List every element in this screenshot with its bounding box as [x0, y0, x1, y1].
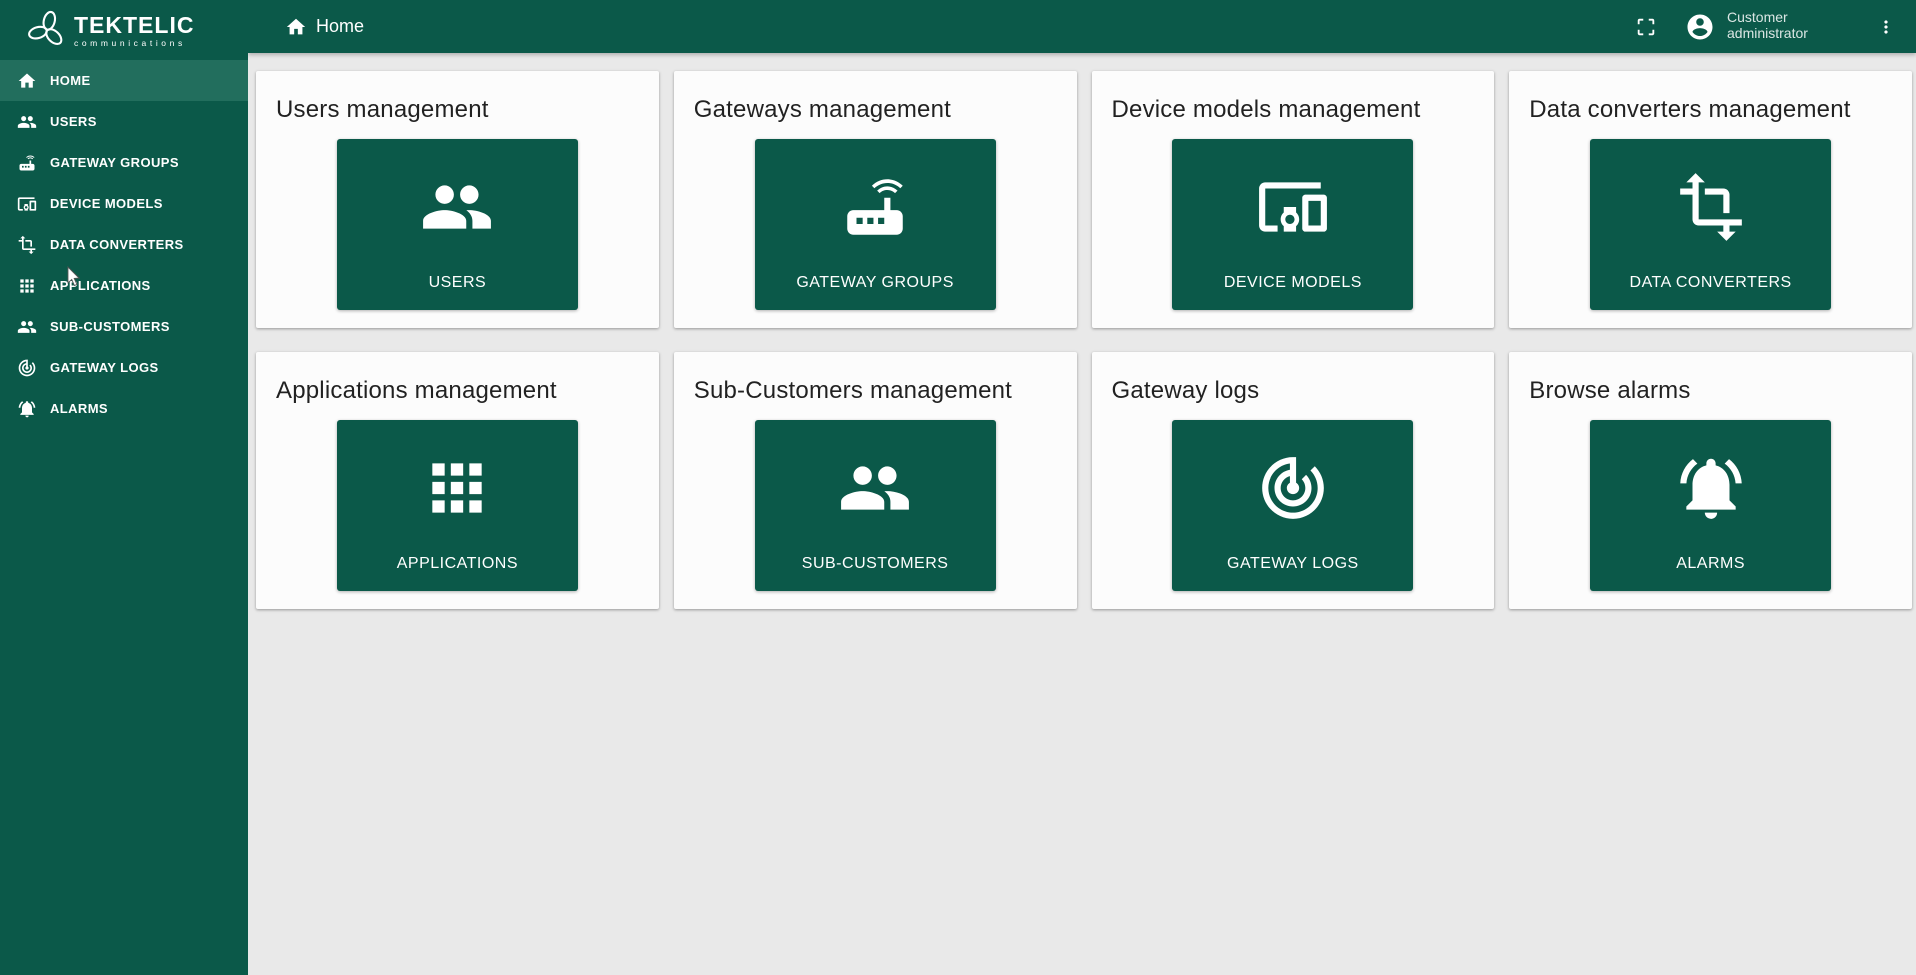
tile-label: GATEWAY LOGS	[1227, 555, 1359, 572]
alarm-bell-icon	[17, 399, 37, 419]
main-content: Users management USERS Gateways manageme…	[248, 53, 1916, 975]
sidebar-item-label: DEVICE MODELS	[50, 196, 163, 211]
more-vert-icon	[1876, 17, 1896, 37]
device-models-tile[interactable]: DEVICE MODELS	[1172, 139, 1414, 310]
user-role-label: Customer administrator	[1727, 9, 1808, 41]
track-changes-icon	[17, 358, 37, 378]
tile-icon-wrap	[337, 420, 578, 555]
sidebar-item-home[interactable]: HOME	[0, 60, 248, 101]
tile-icon-wrap	[1590, 420, 1831, 555]
mouse-cursor	[67, 266, 81, 287]
card-gateway-logs: Gateway logs GATEWAY LOGS	[1091, 352, 1495, 609]
tile-icon-wrap	[337, 139, 578, 274]
account-circle-icon	[1685, 12, 1715, 42]
sidebar-item-device-models[interactable]: DEVICE MODELS	[0, 183, 248, 224]
sidebar-item-data-converters[interactable]: DATA CONVERTERS	[0, 224, 248, 265]
tile-icon-wrap	[755, 139, 996, 274]
track-changes-icon	[1256, 451, 1330, 525]
tile-label: USERS	[428, 274, 487, 291]
gateway-groups-tile[interactable]: GATEWAY GROUPS	[754, 139, 996, 310]
sidebar-item-label: GATEWAY LOGS	[50, 360, 159, 375]
sidebar-item-label: SUB-CUSTOMERS	[50, 319, 170, 334]
sidebar-item-applications[interactable]: APPLICATIONS	[0, 265, 248, 306]
sidebar-item-alarms[interactable]: ALARMS	[0, 388, 248, 429]
apps-grid-icon	[17, 276, 37, 296]
card-applications-management: Applications management APPLICATIONS	[256, 352, 659, 609]
card-browse-alarms: Browse alarms ALARMS	[1509, 352, 1912, 609]
people-icon	[17, 317, 37, 337]
people-icon	[420, 170, 494, 244]
people-icon	[17, 112, 37, 132]
gateway-logs-tile[interactable]: GATEWAY LOGS	[1172, 420, 1414, 591]
sidebar-item-label: ALARMS	[50, 401, 109, 416]
router-icon	[17, 153, 37, 173]
sidebar-item-gateway-groups[interactable]: GATEWAY GROUPS	[0, 142, 248, 183]
transform-icon	[17, 235, 37, 255]
breadcrumb-label: Home	[316, 16, 365, 36]
fullscreen-icon	[1635, 16, 1657, 38]
card-title: Gateways management	[693, 96, 952, 123]
avatar-button[interactable]	[1685, 12, 1715, 42]
dashboard-cards: Users management USERS Gateways manageme…	[256, 71, 1912, 609]
sub-customers-tile[interactable]: SUB-CUSTOMERS	[754, 420, 996, 591]
card-title: Device models management	[1111, 96, 1421, 123]
devices-icon	[1256, 170, 1330, 244]
sidebar-item-label: DATA CONVERTERS	[50, 237, 184, 252]
brand-text: TEKTELIC communications	[74, 13, 194, 48]
card-users-management: Users management USERS	[256, 71, 659, 328]
sidebar: TEKTELIC communications HOME USERS GATEW…	[0, 0, 248, 975]
sidebar-item-label: HOME	[50, 73, 91, 88]
tektelic-logo-icon	[28, 10, 63, 46]
devices-icon	[17, 194, 37, 214]
apps-grid-icon	[420, 451, 494, 525]
brand-name: TEKTELIC	[74, 11, 195, 38]
sidebar-nav: HOME USERS GATEWAY GROUPS DEVICE MODELS …	[0, 60, 248, 429]
sidebar-item-sub-customers[interactable]: SUB-CUSTOMERS	[0, 306, 248, 347]
tile-label: GATEWAY GROUPS	[796, 274, 954, 291]
card-gateways-management: Gateways management GATEWAY GROUPS	[673, 71, 1077, 328]
users-tile[interactable]: USERS	[336, 139, 578, 310]
tile-label: DATA CONVERTERS	[1629, 274, 1792, 291]
data-converters-tile[interactable]: DATA CONVERTERS	[1590, 139, 1832, 310]
tile-icon-wrap	[1172, 420, 1413, 555]
card-device-models-management: Device models management DEVICE MODELS	[1091, 71, 1495, 328]
alarms-tile[interactable]: ALARMS	[1590, 420, 1832, 591]
tile-icon-wrap	[1172, 139, 1413, 274]
tile-label: DEVICE MODELS	[1223, 274, 1362, 291]
card-sub-customers-management: Sub-Customers management SUB-CUSTOMERS	[673, 352, 1077, 609]
tile-icon-wrap	[1590, 139, 1831, 274]
sidebar-item-users[interactable]: USERS	[0, 101, 248, 142]
router-icon	[838, 170, 912, 244]
transform-icon	[1674, 170, 1748, 244]
tile-label: ALARMS	[1676, 555, 1746, 572]
people-icon	[838, 451, 912, 525]
tile-label: SUB-CUSTOMERS	[801, 555, 949, 572]
home-icon	[17, 71, 37, 91]
card-title: Applications management	[276, 377, 557, 404]
more-menu-button[interactable]	[1876, 17, 1896, 37]
brand-logo[interactable]: TEKTELIC communications	[0, 0, 248, 60]
breadcrumb-home[interactable]: Home	[285, 16, 364, 38]
brand-tagline: communications	[74, 37, 186, 48]
sidebar-item-label: USERS	[50, 114, 97, 129]
topbar-right: Customer administrator	[1635, 0, 1896, 53]
card-title: Users management	[276, 96, 489, 123]
applications-tile[interactable]: APPLICATIONS	[336, 420, 578, 591]
topbar: Home Customer administrator	[248, 0, 1916, 53]
sidebar-item-gateway-logs[interactable]: GATEWAY LOGS	[0, 347, 248, 388]
card-title: Sub-Customers management	[693, 377, 1013, 404]
fullscreen-button[interactable]	[1635, 16, 1657, 38]
tile-label: APPLICATIONS	[396, 555, 519, 572]
card-title: Browse alarms	[1529, 377, 1691, 404]
tile-icon-wrap	[755, 420, 996, 555]
card-title: Gateway logs	[1111, 377, 1260, 404]
home-icon	[285, 16, 307, 38]
alarm-bell-icon	[1674, 451, 1748, 525]
card-title: Data converters management	[1529, 96, 1851, 123]
card-data-converters-management: Data converters management DATA CONVERTE…	[1509, 71, 1912, 328]
sidebar-item-label: GATEWAY GROUPS	[50, 155, 179, 170]
